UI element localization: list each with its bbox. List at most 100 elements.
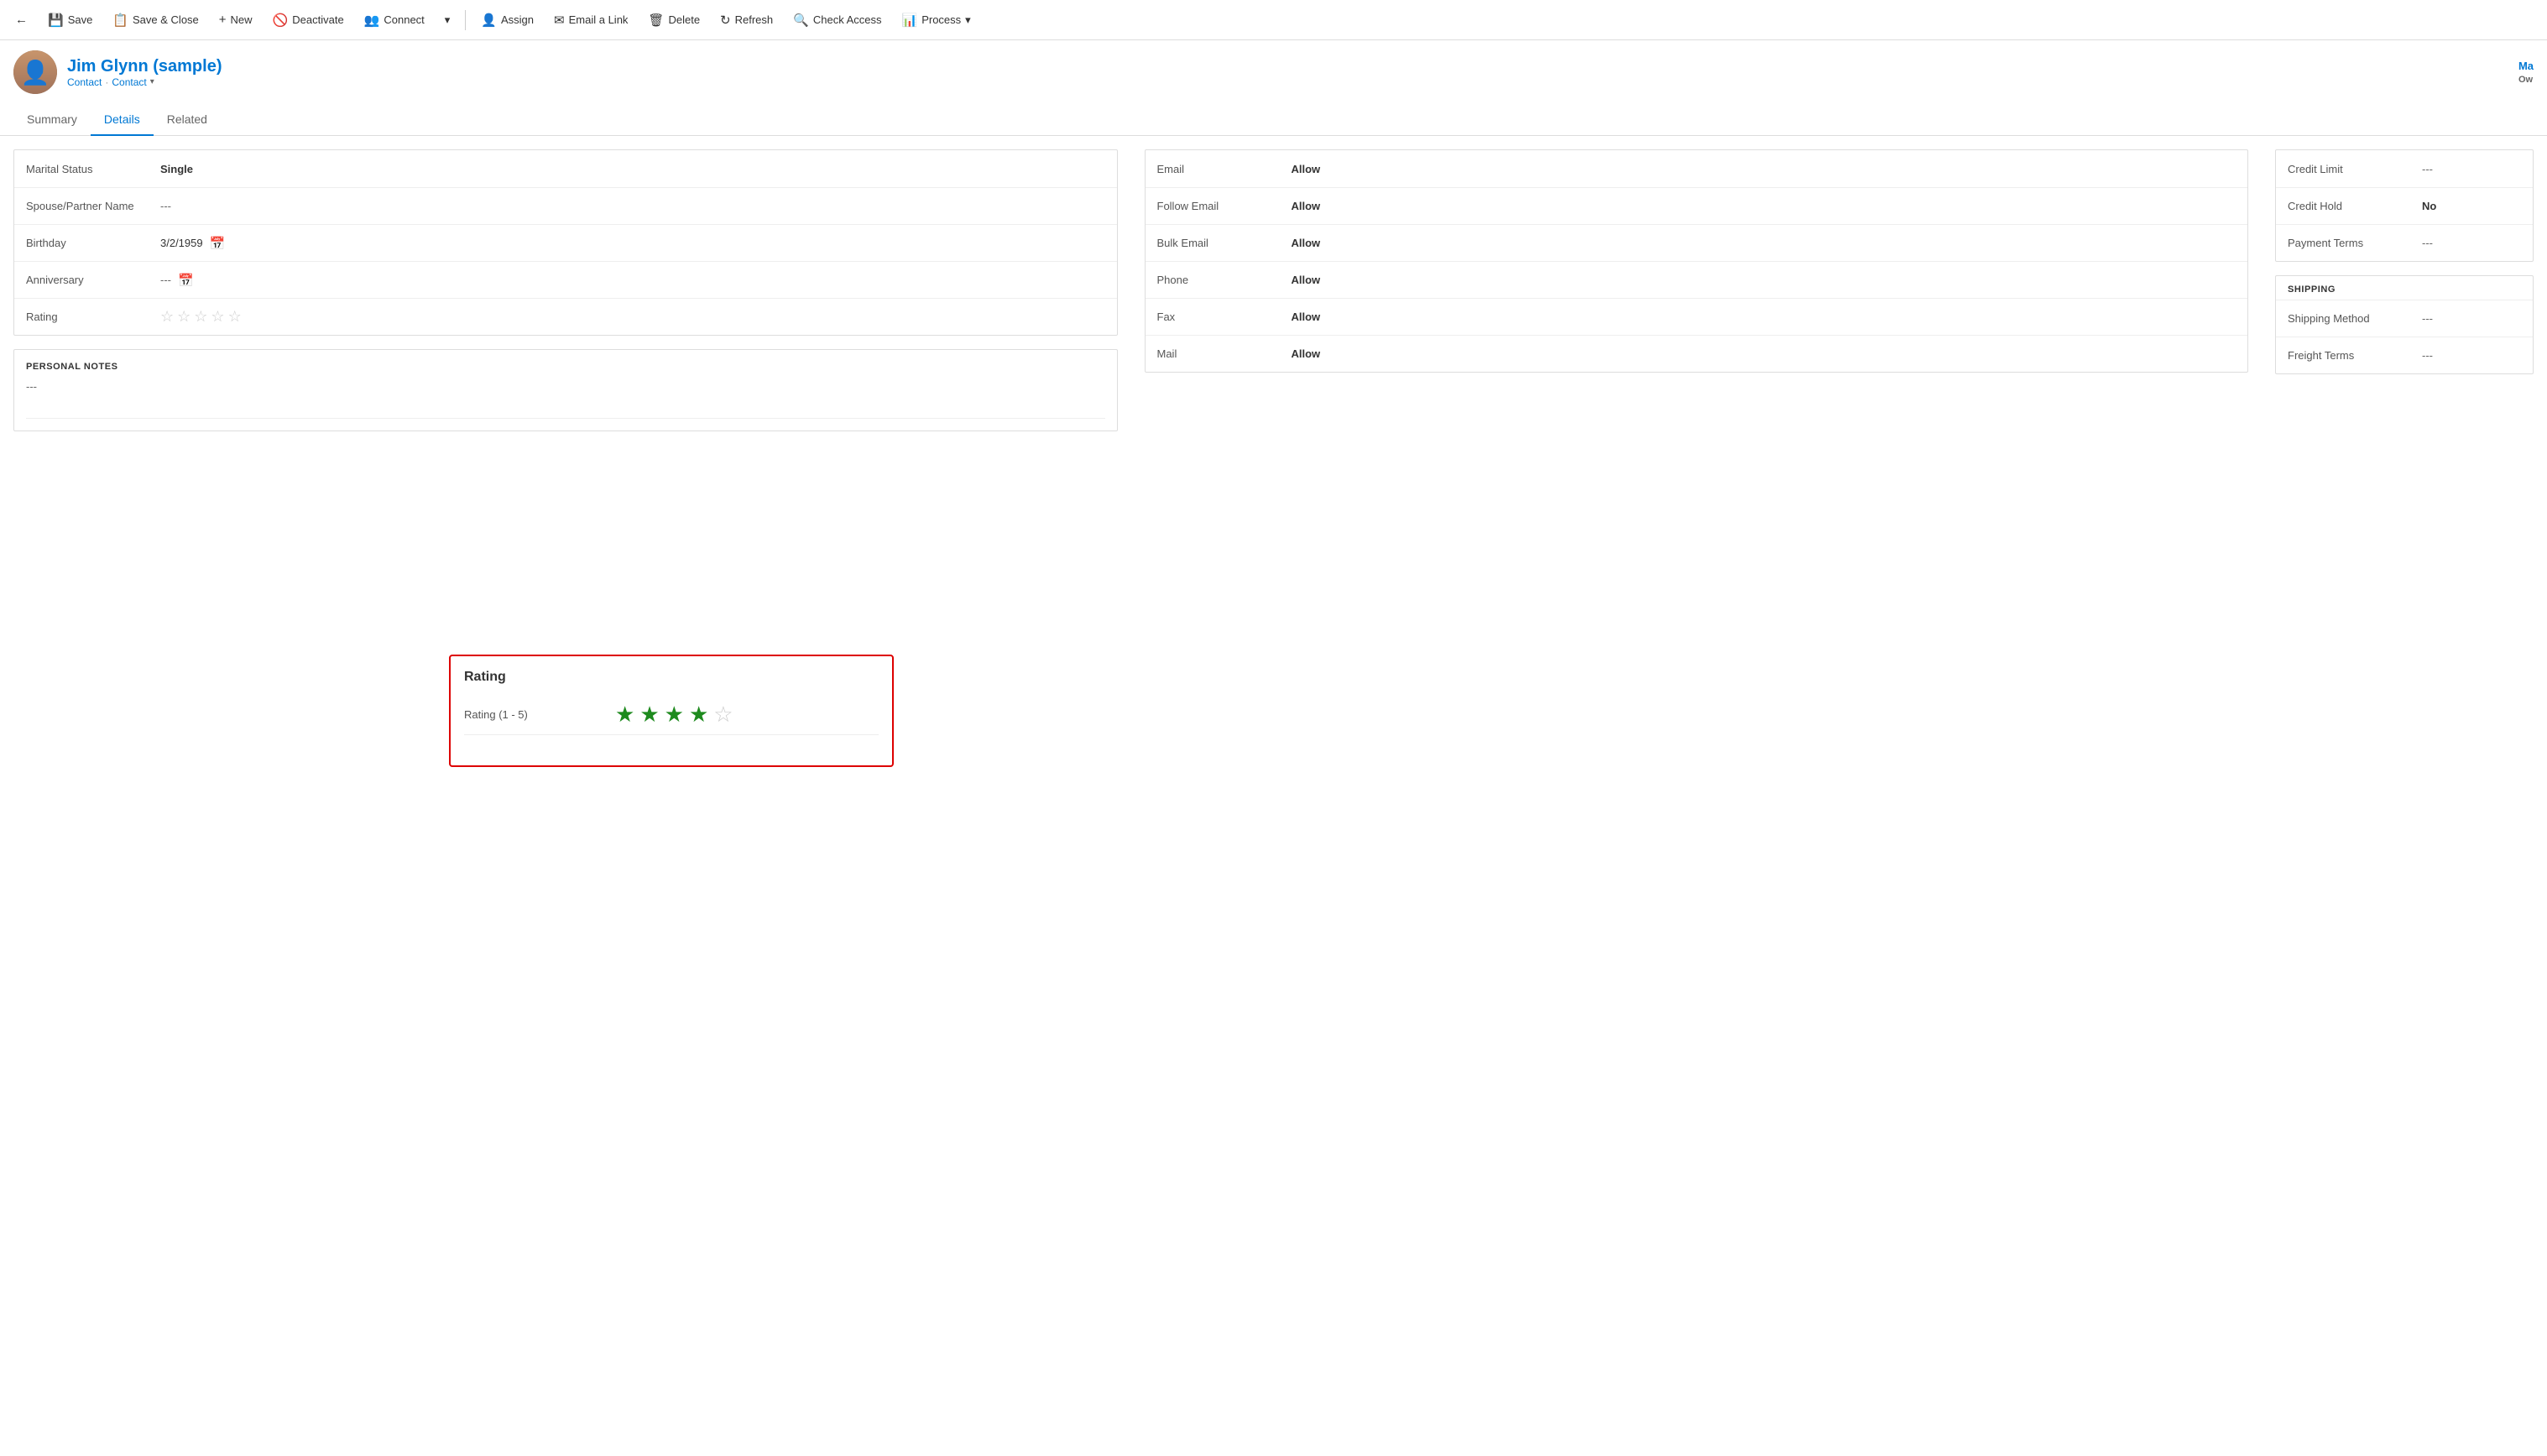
avatar: 👤 (13, 50, 57, 94)
phone-pref-label: Phone (1157, 274, 1292, 286)
save-button[interactable]: 💾 Save (39, 8, 101, 33)
rating-popup-label: Rating (1 - 5) (464, 708, 615, 721)
tab-related[interactable]: Related (154, 104, 221, 136)
credit-hold-label: Credit Hold (2288, 200, 2422, 212)
process-icon: 📊 (902, 13, 918, 28)
email-link-icon: ✉ (554, 13, 565, 28)
connect-dropdown-icon: ▾ (445, 13, 451, 27)
popup-star-4[interactable]: ★ (689, 702, 708, 728)
payment-terms-value[interactable]: --- (2422, 237, 2521, 249)
personal-notes-value[interactable]: --- (26, 380, 1105, 393)
tab-summary[interactable]: Summary (13, 104, 91, 136)
contact-preferences-section: Email Allow Follow Email Allow Bulk Emai… (1145, 149, 2249, 373)
rating-label: Rating (26, 311, 160, 323)
connect-icon: 👥 (364, 13, 380, 28)
billing-section: Credit Limit --- Credit Hold No Payment … (2275, 149, 2534, 262)
popup-star-3[interactable]: ★ (665, 702, 684, 728)
popup-star-5[interactable]: ☆ (713, 702, 733, 728)
anniversary-field: Anniversary --- 📅 (14, 261, 1117, 298)
back-button[interactable]: ← (7, 8, 36, 32)
rating-stars-container[interactable]: ☆ ☆ ☆ ☆ ☆ (160, 308, 1105, 326)
assign-button[interactable]: 👤 Assign (472, 8, 542, 33)
breadcrumb-link[interactable]: Contact (112, 76, 146, 88)
tab-details[interactable]: Details (91, 104, 154, 136)
anniversary-label: Anniversary (26, 274, 160, 286)
mail-pref-value[interactable]: Allow (1292, 347, 2236, 360)
credit-hold-value[interactable]: No (2422, 200, 2521, 212)
new-icon: + (219, 13, 227, 27)
popup-star-2[interactable]: ★ (639, 702, 659, 728)
anniversary-calendar-icon[interactable]: 📅 (178, 273, 194, 288)
check-access-button[interactable]: 🔍 Check Access (785, 8, 890, 33)
breadcrumb-chevron-icon[interactable]: ▾ (150, 77, 154, 86)
birthday-label: Birthday (26, 237, 160, 249)
email-pref-value[interactable]: Allow (1292, 163, 2236, 175)
fax-pref-value[interactable]: Allow (1292, 311, 2236, 323)
shipping-method-value[interactable]: --- (2422, 312, 2521, 325)
header-right-user: Ma Ow (2518, 60, 2534, 85)
personal-info-section: Marital Status Single Spouse/Partner Nam… (13, 149, 1118, 336)
process-button[interactable]: 📊 Process ▾ (894, 8, 979, 33)
spouse-value[interactable]: --- (160, 200, 1105, 212)
refresh-button[interactable]: ↻ Refresh (712, 8, 781, 33)
payment-terms-label: Payment Terms (2288, 237, 2422, 249)
mail-pref-field: Mail Allow (1146, 335, 2248, 372)
birthday-value[interactable]: 3/2/1959 📅 (160, 236, 1105, 251)
marital-status-label: Marital Status (26, 163, 160, 175)
save-icon: 💾 (48, 13, 64, 28)
birthday-calendar-icon[interactable]: 📅 (210, 236, 226, 251)
popup-star-1[interactable]: ★ (615, 702, 634, 728)
deactivate-button[interactable]: 🚫 Deactivate (264, 8, 352, 33)
entity-type-link[interactable]: Contact (67, 76, 102, 88)
email-pref-label: Email (1157, 163, 1292, 175)
spouse-label: Spouse/Partner Name (26, 200, 160, 212)
connect-button[interactable]: 👥 Connect (356, 8, 433, 33)
shipping-section-title: SHIPPING (2276, 276, 2533, 300)
phone-pref-value[interactable]: Allow (1292, 274, 2236, 286)
marital-status-value[interactable]: Single (160, 163, 1105, 175)
follow-email-value[interactable]: Allow (1292, 200, 2236, 212)
header-info: Jim Glynn (sample) Contact · Contact ▾ (67, 57, 222, 88)
fax-pref-field: Fax Allow (1146, 298, 2248, 335)
check-access-icon: 🔍 (793, 13, 809, 28)
connect-dropdown-button[interactable]: ▾ (436, 8, 459, 32)
bulk-email-value[interactable]: Allow (1292, 237, 2236, 249)
tabs-bar: Summary Details Related (0, 104, 2547, 136)
rating-popup-row: Rating (1 - 5) ★ ★ ★ ★ ☆ (464, 695, 879, 735)
refresh-icon: ↻ (720, 13, 731, 28)
bulk-email-label: Bulk Email (1157, 237, 1292, 249)
record-header: 👤 Jim Glynn (sample) Contact · Contact ▾… (0, 40, 2547, 104)
delete-button[interactable]: 🗑 Delete (639, 8, 708, 33)
follow-email-label: Follow Email (1157, 200, 1292, 212)
mail-pref-label: Mail (1157, 347, 1292, 360)
star-4[interactable]: ☆ (211, 308, 224, 326)
follow-email-field: Follow Email Allow (1146, 187, 2248, 224)
anniversary-value[interactable]: --- 📅 (160, 273, 1105, 288)
back-icon: ← (15, 13, 28, 27)
credit-limit-value[interactable]: --- (2422, 163, 2521, 175)
credit-hold-field: Credit Hold No (2276, 187, 2533, 224)
delete-icon: 🗑 (648, 13, 664, 28)
email-link-button[interactable]: ✉ Email a Link (545, 8, 636, 33)
star-3[interactable]: ☆ (194, 308, 207, 326)
personal-notes-title: PERSONAL NOTES (26, 362, 1105, 372)
process-dropdown-icon: ▾ (965, 13, 971, 27)
credit-limit-field: Credit Limit --- (2276, 150, 2533, 187)
right-column: Credit Limit --- Credit Hold No Payment … (2262, 136, 2547, 445)
save-close-button[interactable]: 📋 Save & Close (104, 8, 206, 33)
rating-stars[interactable]: ☆ ☆ ☆ ☆ ☆ (160, 308, 1105, 326)
new-button[interactable]: + New (211, 8, 261, 32)
bulk-email-field: Bulk Email Allow (1146, 224, 2248, 261)
rating-field: Rating ☆ ☆ ☆ ☆ ☆ (14, 298, 1117, 335)
freight-terms-value[interactable]: --- (2422, 349, 2521, 362)
rating-popup: Rating Rating (1 - 5) ★ ★ ★ ★ ☆ (449, 655, 894, 767)
star-1[interactable]: ☆ (160, 308, 174, 326)
star-5[interactable]: ☆ (228, 308, 242, 326)
freight-terms-label: Freight Terms (2288, 349, 2422, 362)
payment-terms-field: Payment Terms --- (2276, 224, 2533, 261)
rating-popup-stars[interactable]: ★ ★ ★ ★ ☆ (615, 702, 733, 728)
avatar-image: 👤 (13, 50, 57, 94)
star-2[interactable]: ☆ (177, 308, 191, 326)
marital-status-field: Marital Status Single (14, 150, 1117, 187)
rating-popup-title: Rating (464, 670, 879, 685)
